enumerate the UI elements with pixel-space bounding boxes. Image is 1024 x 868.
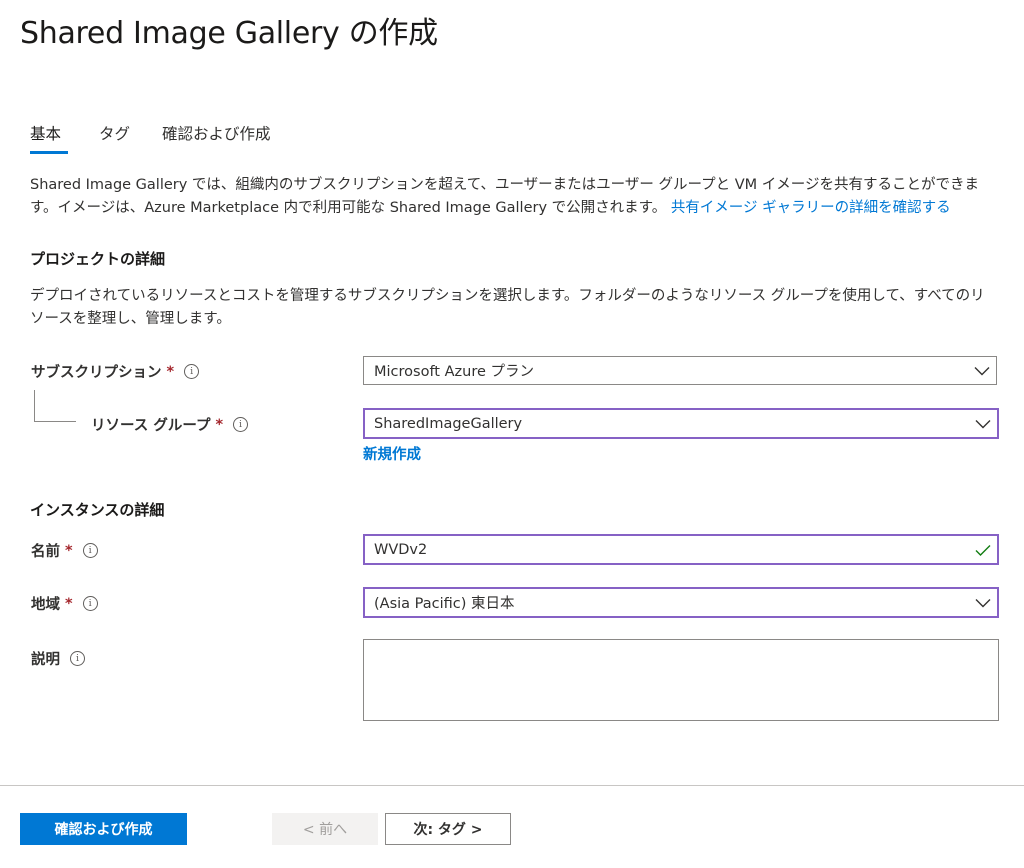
instance-details-heading: インスタンスの詳細 xyxy=(30,501,165,519)
review-create-button[interactable]: 確認および作成 xyxy=(20,813,187,845)
tree-connector-vertical xyxy=(34,390,35,422)
subscription-label-text: サブスクリプション xyxy=(31,365,162,381)
description-textarea[interactable] xyxy=(363,639,999,721)
next-tags-button[interactable]: 次: タグ > xyxy=(385,813,511,845)
create-new-link[interactable]: 新規作成 xyxy=(363,443,421,464)
footer-divider xyxy=(0,785,1024,786)
tab-basics[interactable]: 基本 xyxy=(30,122,61,144)
required-marker: * xyxy=(65,542,73,559)
resource-group-label: リソース グループ * i xyxy=(91,414,249,435)
info-icon[interactable]: i xyxy=(82,543,98,558)
chevron-down-icon xyxy=(968,366,996,376)
description-label-text: 説明 xyxy=(31,652,60,668)
active-tab-indicator xyxy=(30,151,68,154)
resource-group-label-text: リソース グループ xyxy=(91,418,211,434)
subscription-label: サブスクリプション * i xyxy=(31,361,200,382)
region-value: (Asia Pacific) 東日本 xyxy=(374,596,515,612)
resource-group-dropdown[interactable]: SharedImageGallery xyxy=(363,408,999,439)
checkmark-icon xyxy=(969,544,997,556)
name-label: 名前 * i xyxy=(31,540,98,561)
project-details-description: デプロイされているリソースとコストを管理するサブスクリプションを選択します。フォ… xyxy=(30,288,985,327)
tab-review-create[interactable]: 確認および作成 xyxy=(162,122,271,144)
intro-text: Shared Image Gallery では、組織内のサブスクリプションを超え… xyxy=(30,174,996,220)
resource-group-value: SharedImageGallery xyxy=(374,415,523,432)
previous-button[interactable]: < 前へ xyxy=(272,813,378,845)
page-title: Shared Image Gallery の作成 xyxy=(20,16,438,51)
subscription-value: Microsoft Azure プラン xyxy=(374,364,534,380)
name-input[interactable]: WVDv2 xyxy=(363,534,999,565)
region-label: 地域 * i xyxy=(31,593,98,614)
name-label-text: 名前 xyxy=(31,544,60,560)
info-icon[interactable]: i xyxy=(233,417,249,432)
description-label: 説明 i xyxy=(31,648,85,669)
tree-connector-horizontal xyxy=(34,421,76,422)
subscription-dropdown[interactable]: Microsoft Azure プラン xyxy=(363,356,997,385)
required-marker: * xyxy=(166,363,175,380)
project-details-heading: プロジェクトの詳細 xyxy=(30,250,166,268)
region-label-text: 地域 xyxy=(31,597,60,613)
info-icon[interactable]: i xyxy=(184,364,200,379)
name-value: WVDv2 xyxy=(374,541,428,558)
region-dropdown[interactable]: (Asia Pacific) 東日本 xyxy=(363,587,999,618)
chevron-down-icon xyxy=(969,598,997,608)
chevron-down-icon xyxy=(969,419,997,429)
learn-more-link[interactable]: 共有イメージ ギャラリーの詳細を確認する xyxy=(671,200,951,216)
required-marker: * xyxy=(215,416,224,433)
info-icon[interactable]: i xyxy=(82,596,98,611)
tab-tags[interactable]: タグ xyxy=(99,122,130,144)
required-marker: * xyxy=(65,595,73,612)
info-icon[interactable]: i xyxy=(70,651,85,666)
